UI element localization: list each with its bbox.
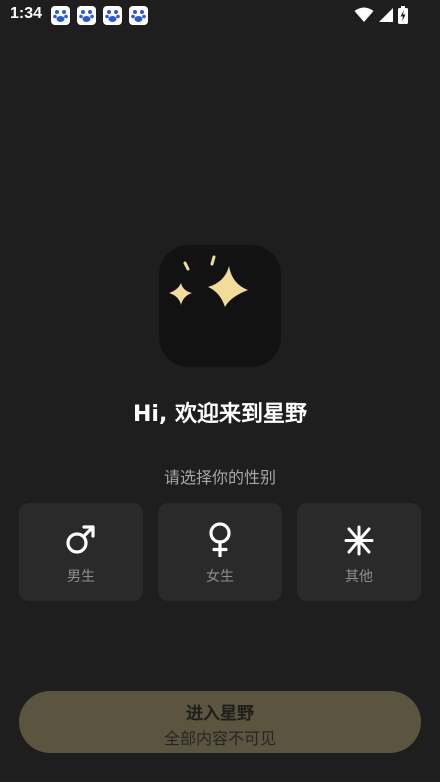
gender-option-label: 女生 [206, 569, 234, 585]
gender-options: 男生 女生 其他 [19, 503, 421, 601]
asterisk-gender-icon [341, 521, 377, 561]
enter-button-title: 进入星野 [186, 704, 254, 724]
enter-button[interactable]: 进入星野 全部内容不可见 [19, 691, 421, 753]
baidu-paw-icon [51, 6, 70, 25]
gender-option-other[interactable]: 其他 [297, 503, 421, 601]
status-time: 1:34 [10, 5, 43, 22]
female-symbol-icon [202, 521, 238, 561]
app-logo [159, 245, 281, 367]
baidu-paw-icon [77, 6, 96, 25]
notification-icons [51, 6, 148, 25]
gender-option-male[interactable]: 男生 [19, 503, 143, 601]
baidu-paw-icon [129, 6, 148, 25]
status-bar: 1:34 [0, 0, 440, 30]
gender-option-label: 其他 [345, 569, 373, 585]
male-symbol-icon [63, 521, 99, 561]
wifi-icon [354, 7, 374, 27]
sparkle-stars-icon [169, 255, 248, 307]
baidu-paw-icon [103, 6, 122, 25]
signal-icon [378, 7, 394, 27]
enter-button-subtitle: 全部内容不可见 [163, 729, 276, 748]
system-icons [354, 6, 408, 28]
gender-option-label: 男生 [67, 569, 95, 585]
welcome-title: Hi, 欢迎来到星野 [133, 402, 307, 427]
gender-prompt: 请选择你的性别 [163, 468, 276, 487]
gender-option-female[interactable]: 女生 [158, 503, 282, 601]
battery-charging-icon [398, 6, 408, 28]
